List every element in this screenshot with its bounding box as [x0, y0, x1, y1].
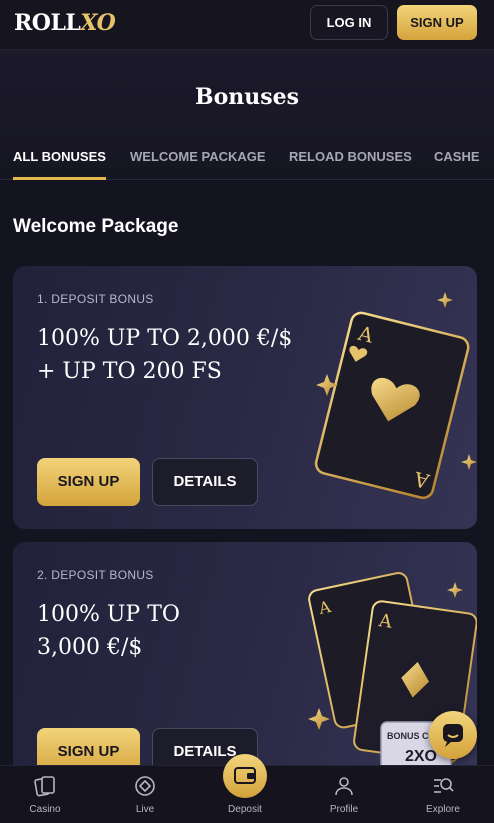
logo-xo-text: XO	[80, 10, 116, 36]
card-label: 2. DEPOSIT BONUS	[37, 568, 154, 582]
user-icon	[335, 777, 353, 796]
nav-profile[interactable]: Profile	[299, 766, 389, 823]
nav-casino[interactable]: Casino	[0, 766, 90, 823]
card-headline-line1: 100% UP TO 2,000 €/$	[37, 326, 293, 351]
deposit-button[interactable]	[223, 754, 267, 798]
bonus-tabs: ALL BONUSES WELCOME PACKAGE RELOAD BONUS…	[0, 140, 494, 180]
logo-roll-text: ROLL	[14, 10, 81, 36]
cards-icon	[34, 776, 55, 797]
login-button[interactable]: LOG IN	[310, 5, 388, 40]
card-headline: 100% UP TO 3,000 €/$	[37, 598, 327, 664]
search-list-icon	[434, 778, 454, 793]
card-signup-button[interactable]: SIGN UP	[37, 458, 140, 506]
tab-reload-bonuses[interactable]: RELOAD BONUSES	[289, 149, 412, 164]
nav-label: Profile	[329, 804, 359, 815]
active-tab-indicator	[13, 177, 106, 180]
wallet-icon	[234, 767, 256, 784]
tab-all-bonuses[interactable]: ALL BONUSES	[13, 149, 106, 164]
top-bar: ROLLXO LOG IN SIGN UP	[0, 0, 494, 50]
section-title: Welcome Package	[13, 216, 179, 237]
card-headline-line2: + UP TO 200 FS	[37, 359, 222, 384]
card-headline-line2: 3,000 €/$	[37, 635, 143, 660]
nav-label: Deposit	[228, 804, 262, 815]
tab-cashback[interactable]: CASHE	[434, 149, 480, 164]
rollxo-logo[interactable]: ROLLXO	[14, 10, 116, 36]
ace-of-hearts-card-art: A A	[314, 292, 477, 500]
signup-button[interactable]: SIGN UP	[397, 5, 477, 40]
tab-welcome-package[interactable]: WELCOME PACKAGE	[130, 149, 266, 164]
nav-label: Casino	[29, 804, 61, 815]
nav-live[interactable]: Live	[100, 766, 190, 823]
live-chat-button[interactable]	[429, 711, 477, 759]
chip-icon	[135, 776, 155, 796]
card-details-button[interactable]: DETAILS	[152, 458, 258, 506]
bonus-card-1: 1. DEPOSIT BONUS 100% UP TO 2,000 €/$ + …	[13, 266, 477, 529]
nav-label: Explore	[426, 804, 460, 815]
bonus-card-2: 2. DEPOSIT BONUS 100% UP TO 3,000 €/$ A …	[13, 542, 477, 782]
nav-explore[interactable]: Explore	[398, 766, 488, 823]
card-headline: 100% UP TO 2,000 €/$ + UP TO 200 FS	[37, 322, 327, 388]
chat-icon	[443, 724, 463, 747]
nav-label: Live	[135, 804, 155, 815]
page-title: Bonuses	[194, 84, 300, 110]
card-label: 1. DEPOSIT BONUS	[37, 292, 154, 306]
card-headline-line1: 100% UP TO	[37, 602, 180, 627]
